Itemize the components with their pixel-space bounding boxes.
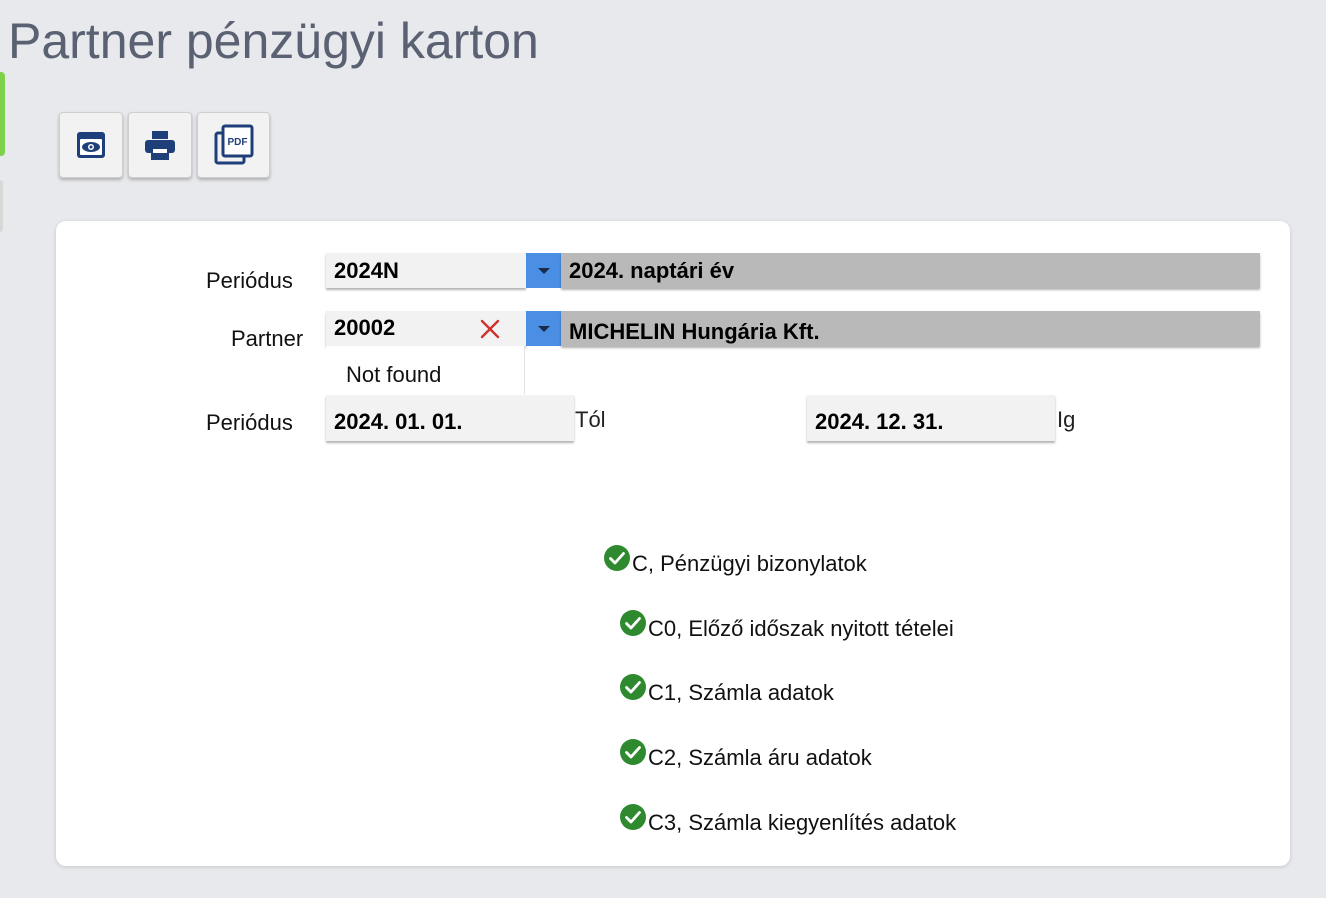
preview-button[interactable] [59,112,123,178]
period-field[interactable]: 2024N [326,253,526,288]
date-range-label: Periódus [206,410,293,435]
check-circle-icon [620,674,646,700]
checklist-item-c[interactable]: C, Pénzügyi bizonylatok [604,545,867,577]
side-tab-active[interactable] [0,72,5,156]
date-from-field[interactable]: 2024. 01. 01. [326,395,574,441]
chevron-down-icon [537,267,550,274]
svg-text:PDF: PDF [227,137,247,148]
period-dropdown-button[interactable] [526,253,561,288]
clear-icon[interactable] [480,319,500,339]
partner-dropdown-list: Not found [326,346,525,394]
form-card: Periódus 2024N 2024. naptári év Partner … [56,221,1290,866]
checklist-label: C0, Előző időszak nyitott tételei [648,616,954,641]
date-to-field[interactable]: 2024. 12. 31. [807,395,1055,441]
checklist-item-c3[interactable]: C3, Számla kiegyenlítés adatok [620,804,957,836]
date-to-suffix: Ig [1057,407,1076,432]
page-title: Partner pénzügyi karton [8,13,539,69]
period-description: 2024. naptári év [561,253,1260,288]
checklist-item-c1[interactable]: C1, Számla adatok [620,674,834,706]
pdf-icon: PDF [214,124,253,165]
check-circle-icon [620,739,646,765]
chevron-down-icon [537,325,550,332]
date-from-suffix: Tól [575,407,606,432]
checklist-label: C, Pénzügyi bizonylatok [632,551,867,576]
check-circle-icon [620,610,646,636]
check-circle-icon [604,545,630,571]
period-label: Periódus [206,268,293,293]
partner-dropdown-button[interactable] [526,311,561,346]
partner-description: MICHELIN Hungária Kft. [561,311,1260,346]
side-tab[interactable] [0,180,3,232]
eye-icon [77,132,105,158]
checklist-item-c2[interactable]: C2, Számla áru adatok [620,739,872,771]
pdf-button[interactable]: PDF [197,112,270,178]
checklist-label: C2, Számla áru adatok [648,745,872,770]
print-button[interactable] [128,112,192,178]
dropdown-item-not-found[interactable]: Not found [346,362,441,388]
checklist-label: C1, Számla adatok [648,680,834,705]
checklist-label: C3, Számla kiegyenlítés adatok [648,810,957,835]
partner-label: Partner [231,326,304,351]
checklist-item-c0[interactable]: C0, Előző időszak nyitott tételei [620,610,954,642]
check-circle-icon [620,804,646,830]
printer-icon [145,131,175,160]
partner-value: 20002 [334,315,396,340]
